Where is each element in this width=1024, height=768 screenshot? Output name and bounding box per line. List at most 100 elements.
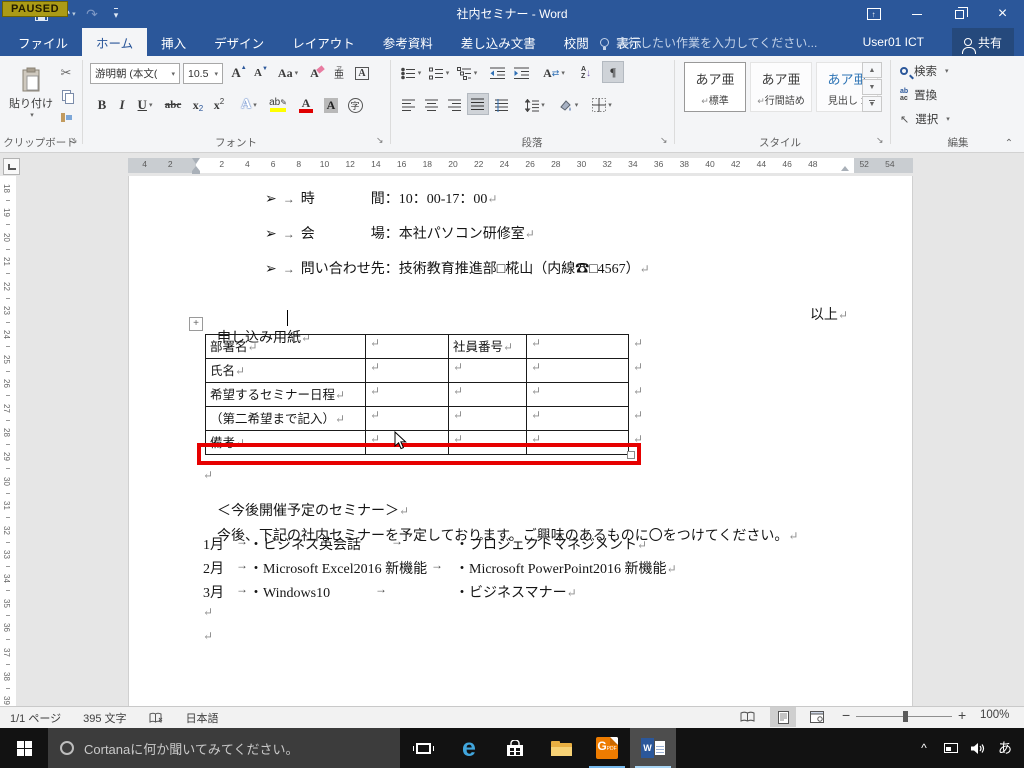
vertical-ruler[interactable]: 1819202122232425262728293031323334353637… bbox=[0, 176, 16, 706]
text-effects-button[interactable]: A▾ bbox=[236, 94, 262, 116]
strikethrough-button[interactable]: abc bbox=[160, 94, 186, 116]
tray-show-hidden-icons[interactable]: ^ bbox=[912, 728, 936, 768]
close-button[interactable]: × bbox=[981, 0, 1024, 28]
taskbar-explorer[interactable] bbox=[538, 728, 584, 768]
application-form-table[interactable]: 部署名↵↵社員番号↵↵氏名↵↵↵↵希望するセミナー日程↵↵↵↵（第二希望まで記入… bbox=[205, 334, 629, 455]
schedule-line[interactable]: 1月→・ビジネス英会話→・プロジェクトマネジメント↵ bbox=[203, 534, 743, 554]
language-indicator[interactable]: 日本語 bbox=[186, 710, 219, 726]
numbered-list-button[interactable]: ▾ bbox=[426, 62, 452, 84]
table-move-handle[interactable]: + bbox=[189, 317, 203, 331]
taskbar-store[interactable] bbox=[492, 728, 538, 768]
grow-font-button[interactable]: A▲ bbox=[228, 62, 250, 84]
line-spacing-button[interactable]: ▾ bbox=[521, 94, 549, 116]
taskbar-pdf-app[interactable]: GPDF bbox=[584, 728, 630, 768]
network-icon[interactable] bbox=[938, 728, 964, 768]
right-indent-marker[interactable] bbox=[841, 166, 849, 171]
tab-design[interactable]: デザイン bbox=[200, 28, 278, 56]
info-line[interactable]: ➢→問い合わせ先：技術教育推進部□椛山（内線☎□4567）↵ bbox=[265, 258, 650, 278]
taskbar-word[interactable]: W bbox=[630, 728, 676, 768]
font-dialog-launcher[interactable]: ↘ bbox=[376, 135, 384, 146]
start-button[interactable] bbox=[0, 728, 48, 768]
tab-references[interactable]: 参考資料 bbox=[369, 28, 447, 56]
tab-mailings[interactable]: 差し込み文書 bbox=[447, 28, 550, 56]
table-cell[interactable]: 社員番号↵ bbox=[449, 335, 527, 359]
volume-icon[interactable] bbox=[964, 728, 990, 768]
info-line[interactable]: ➢→会 場：本社パソコン研修室↵ bbox=[265, 223, 535, 243]
style-normal[interactable]: あア亜 ↵標準 bbox=[684, 62, 746, 112]
decrease-indent-button[interactable] bbox=[486, 62, 508, 84]
empty-paragraph[interactable]: ↵ bbox=[203, 468, 213, 484]
minimize-button[interactable] bbox=[895, 0, 938, 28]
table-cell[interactable]: ↵ bbox=[527, 383, 629, 407]
first-line-indent-marker[interactable] bbox=[192, 158, 200, 164]
sort-button[interactable]: AZ↓ bbox=[574, 62, 598, 84]
ime-mode-indicator[interactable]: あ bbox=[992, 728, 1018, 768]
horizontal-ruler[interactable]: 4224681012141618202224262830323436384042… bbox=[128, 158, 913, 173]
read-mode-button[interactable] bbox=[734, 707, 760, 727]
empty-paragraph[interactable]: ↵ bbox=[203, 629, 213, 645]
font-color-button[interactable]: A bbox=[293, 94, 319, 116]
ribbon-display-options-icon[interactable]: ↑ bbox=[852, 0, 895, 28]
table-cell[interactable]: ↵ bbox=[527, 359, 629, 383]
web-layout-button[interactable] bbox=[804, 707, 830, 727]
ruby-button[interactable]: ア亜 bbox=[328, 62, 350, 84]
select-button[interactable]: ↖ 選択▾ bbox=[900, 108, 980, 130]
find-button[interactable]: 検索▾ bbox=[900, 60, 980, 82]
borders-button[interactable]: ▾ bbox=[587, 94, 617, 116]
table-cell[interactable]: ↵ bbox=[449, 359, 527, 383]
justify-button[interactable] bbox=[467, 93, 489, 115]
styles-scroll-down[interactable]: ▼ bbox=[862, 79, 882, 95]
style-no-spacing[interactable]: あア亜 ↵行間詰め bbox=[750, 62, 812, 112]
underline-button[interactable]: U▾ bbox=[132, 94, 158, 116]
paste-button[interactable]: 貼り付け ▾ bbox=[8, 60, 54, 126]
change-case-button[interactable]: Aa▾ bbox=[275, 62, 301, 84]
table-cell[interactable]: ↵ bbox=[366, 359, 449, 383]
table-cell[interactable]: ↵ bbox=[449, 383, 527, 407]
info-line[interactable]: ➢→時 間：10：00-17：00↵ bbox=[265, 188, 497, 208]
table-cell[interactable]: 部署名↵ bbox=[206, 335, 366, 359]
copy-icon[interactable] bbox=[56, 84, 76, 106]
italic-button[interactable]: I bbox=[113, 94, 131, 116]
multilevel-list-button[interactable]: ▾ bbox=[454, 62, 480, 84]
show-formatting-marks-button[interactable]: ¶ bbox=[602, 61, 624, 83]
table-cell[interactable]: 氏名↵ bbox=[206, 359, 366, 383]
word-count[interactable]: 395 文字 bbox=[83, 710, 126, 726]
enclose-circle-button[interactable]: 字 bbox=[344, 94, 366, 116]
align-left-button[interactable] bbox=[398, 94, 420, 116]
format-painter-icon[interactable] bbox=[56, 106, 76, 128]
distribute-button[interactable] bbox=[491, 94, 513, 116]
shading-button[interactable]: ▾ bbox=[554, 94, 582, 116]
schedule-line[interactable]: 2月→・Microsoft Excel2016 新機能→・Microsoft P… bbox=[203, 558, 743, 578]
tab-home[interactable]: ホーム bbox=[82, 28, 147, 56]
table-cell[interactable]: ↵ bbox=[449, 407, 527, 431]
taskbar-edge[interactable]: e bbox=[446, 728, 492, 768]
tab-review[interactable]: 校閲 bbox=[550, 28, 603, 56]
bullet-list-button[interactable]: ▾ bbox=[398, 62, 424, 84]
clear-formatting-button[interactable]: A bbox=[306, 62, 328, 84]
font-size-combobox[interactable]: 10.5▾ bbox=[183, 63, 223, 84]
share-button[interactable]: 共有 bbox=[952, 28, 1014, 56]
table-cell[interactable]: ↵ bbox=[366, 407, 449, 431]
shrink-font-button[interactable]: A▼ bbox=[251, 62, 271, 84]
zoom-slider-thumb[interactable] bbox=[903, 711, 908, 722]
enclose-characters-button[interactable]: A bbox=[352, 62, 372, 84]
highlight-color-button[interactable]: ab✎ bbox=[264, 94, 292, 116]
paragraph-dialog-launcher[interactable]: ↘ bbox=[660, 135, 668, 146]
print-layout-button[interactable] bbox=[770, 707, 796, 727]
align-right-button[interactable] bbox=[444, 94, 466, 116]
tell-me-box[interactable]: 実行したい作業を入力してください... bbox=[600, 28, 817, 56]
proofing-icon[interactable] bbox=[149, 712, 164, 724]
clipboard-dialog-launcher[interactable]: ↘ bbox=[70, 135, 78, 146]
tab-layout[interactable]: レイアウト bbox=[278, 28, 369, 56]
tab-selector[interactable] bbox=[3, 158, 20, 175]
table-cell[interactable]: ↵ bbox=[527, 407, 629, 431]
tab-file[interactable]: ファイル bbox=[4, 28, 82, 56]
bold-button[interactable]: B bbox=[92, 94, 112, 116]
character-scaling-button[interactable]: A⇄▾ bbox=[540, 62, 568, 84]
styles-dialog-launcher[interactable]: ↘ bbox=[876, 135, 884, 146]
table-cell[interactable]: ↵ bbox=[366, 335, 449, 359]
collapse-ribbon-button[interactable]: ⌃ bbox=[1000, 132, 1018, 154]
styles-scroll-up[interactable]: ▲ bbox=[862, 62, 882, 78]
align-center-button[interactable] bbox=[421, 94, 443, 116]
cut-icon[interactable]: ✂ bbox=[56, 62, 76, 84]
